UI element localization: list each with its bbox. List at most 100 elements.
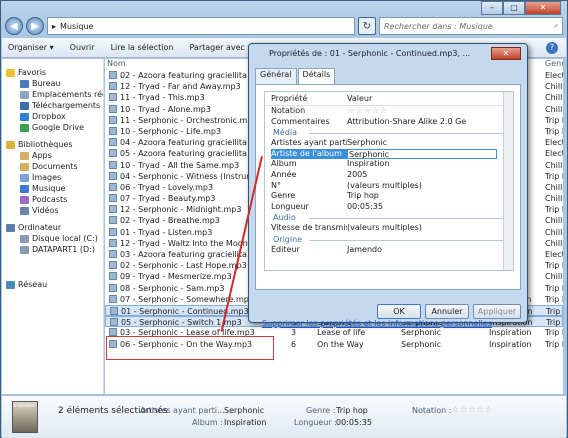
organize-button[interactable]: Organiser ▾	[8, 43, 54, 52]
help-icon[interactable]: ?	[546, 41, 558, 54]
property-value[interactable]: 00:05:35	[347, 202, 383, 213]
nav-label: Google Drive	[32, 123, 85, 132]
address-bar: ◀ ▶ ▸ Musique ↻ Rechercher dans : Musique…	[5, 15, 563, 37]
tab-general[interactable]: Général	[255, 68, 297, 85]
nav-item[interactable]: Documents	[2, 161, 103, 172]
folder-icon: ▸	[52, 21, 57, 31]
ok-button[interactable]: OK	[377, 304, 421, 319]
nav-icon	[20, 112, 29, 121]
property-value[interactable]: Serphonic	[347, 138, 387, 149]
audio-file-icon	[109, 126, 117, 135]
property-name: Artiste de l'album	[271, 148, 347, 160]
nav-icon	[20, 162, 29, 171]
nav-item[interactable]: Dropbox	[2, 111, 103, 122]
dialog-tabs: Général Détails	[255, 68, 336, 85]
genre-value[interactable]: Trip hop	[336, 406, 368, 415]
property-row[interactable]: Album Inspiration	[265, 159, 513, 170]
property-scrollbar[interactable]	[503, 92, 513, 270]
property-row[interactable]: Artistes ayant participéSerphonic	[265, 138, 513, 149]
back-button[interactable]: ◀	[5, 17, 23, 35]
window-controls: – ▢ ✕	[481, 1, 561, 15]
nav-item[interactable]: Google Drive	[2, 122, 103, 133]
property-value[interactable]: Inspiration	[347, 159, 389, 170]
property-row[interactable]: Année 2005	[265, 170, 513, 181]
share-button[interactable]: Partager avec ▾	[189, 43, 251, 52]
cancel-button[interactable]: Annuler	[425, 304, 469, 319]
track-genre: Trip h	[545, 294, 563, 304]
property-row[interactable]: Longueur 00:05:35	[265, 202, 513, 213]
track-genre: Trip h	[545, 126, 563, 136]
nav-item[interactable]: Bureau	[2, 78, 103, 89]
nav-icon	[20, 79, 29, 88]
track-genre: Trip h	[545, 115, 563, 125]
nav-icon	[20, 234, 29, 243]
property-row[interactable]: Commentaires Attribution-Share Alike 2.0 …	[265, 117, 513, 128]
nav-label: DATAPART1 (D:)	[32, 245, 95, 254]
file-name-text: 07 - Serphonic - Somewhere.mp3	[120, 294, 254, 304]
nav-item[interactable]: Ordinateur	[2, 222, 103, 233]
nav-item[interactable]: Emplacements réce	[2, 89, 103, 100]
nav-item[interactable]: DATAPART1 (D:)	[2, 244, 103, 255]
property-row[interactable]: Vitesse de transmission(valeurs multiple…	[265, 223, 513, 234]
property-value[interactable]: Jamendo	[347, 245, 382, 256]
property-group: Audio	[265, 212, 513, 223]
nav-icon	[6, 280, 15, 289]
nav-icon	[6, 223, 15, 232]
play-selection-button[interactable]: Lire la sélection	[111, 43, 174, 52]
track-number: 3	[291, 328, 297, 338]
details-pane: Inspiration 2 éléments sélectionnés Arti…	[2, 395, 566, 438]
nav-icon	[20, 101, 29, 110]
nav-item[interactable]: Réseau	[2, 279, 103, 290]
nav-item[interactable]: Podcasts	[2, 194, 103, 205]
track-genre: Chillo	[545, 216, 563, 226]
refresh-button[interactable]: ↻	[358, 17, 376, 35]
track-genre: Chillo	[545, 93, 563, 103]
property-row[interactable]: Artiste de l'album Serphonic	[265, 148, 513, 160]
tab-details[interactable]: Détails	[297, 68, 336, 85]
property-grid: Propriété Valeur Notation ☆☆☆☆☆ Commentaire…	[264, 91, 514, 271]
nav-icon	[20, 123, 29, 132]
apply-button[interactable]: Appliquer	[473, 304, 521, 319]
property-value[interactable]: Attribution-Share Alike 2.0 Ge	[347, 117, 466, 128]
album-thumbnail: Inspiration	[12, 401, 38, 433]
album-value[interactable]: Inspiration	[224, 418, 266, 427]
nav-item[interactable]: Musique	[2, 183, 103, 194]
minimize-button[interactable]: –	[481, 1, 503, 15]
forward-button[interactable]: ▶	[26, 17, 44, 35]
maximize-button[interactable]: ▢	[503, 1, 525, 15]
property-value[interactable]: 2005	[347, 170, 367, 181]
audio-file-icon	[109, 115, 117, 124]
nav-item[interactable]: Disque local (C:)	[2, 233, 103, 244]
open-button[interactable]: Ouvrir	[70, 43, 95, 52]
property-value[interactable]: Trip hop	[347, 191, 379, 202]
breadcrumb-musique[interactable]: Musique	[60, 22, 93, 31]
track-genre: Chillo	[545, 82, 563, 92]
property-name: Album	[271, 159, 297, 169]
property-value[interactable]: ☆☆☆☆☆	[347, 106, 388, 117]
nav-item[interactable]: Apps	[2, 150, 103, 161]
nav-item[interactable]: Favoris	[2, 67, 103, 78]
nav-icon	[20, 173, 29, 182]
audio-file-icon	[109, 138, 117, 147]
dialog-close-button[interactable]: ✕	[491, 47, 521, 60]
property-row[interactable]: Genre Trip hop	[265, 191, 513, 202]
property-row[interactable]: Éditeur Jamendo	[265, 245, 513, 256]
breadcrumb[interactable]: ▸ Musique	[47, 17, 355, 35]
nav-item[interactable]: Bibliothèques	[2, 139, 103, 150]
nav-item[interactable]: Vidéos	[2, 205, 103, 216]
nav-item[interactable]: Téléchargements	[2, 100, 103, 111]
property-row[interactable]: Notation ☆☆☆☆☆	[265, 106, 513, 117]
property-name: Vitesse de transmission	[271, 223, 347, 233]
audio-file-icon	[109, 82, 117, 91]
close-button[interactable]: ✕	[525, 1, 561, 15]
search-input[interactable]: Rechercher dans : Musique ⌕	[379, 17, 563, 35]
property-row[interactable]: N° (valeurs multiples)	[265, 181, 513, 192]
artist-value[interactable]: Serphonic	[224, 406, 264, 415]
nav-item[interactable]: Images	[2, 172, 103, 183]
remove-properties-link[interactable]: Supprimer les propriétés et les informat…	[262, 319, 492, 328]
album-artist-input[interactable]: Serphonic	[347, 148, 497, 160]
property-value[interactable]: (valeurs multiples)	[347, 181, 422, 192]
rating-stars[interactable]: ☆☆☆☆☆	[452, 405, 493, 414]
property-value[interactable]: (valeurs multiples)	[347, 223, 422, 234]
track-genre: Trip h	[545, 205, 563, 215]
